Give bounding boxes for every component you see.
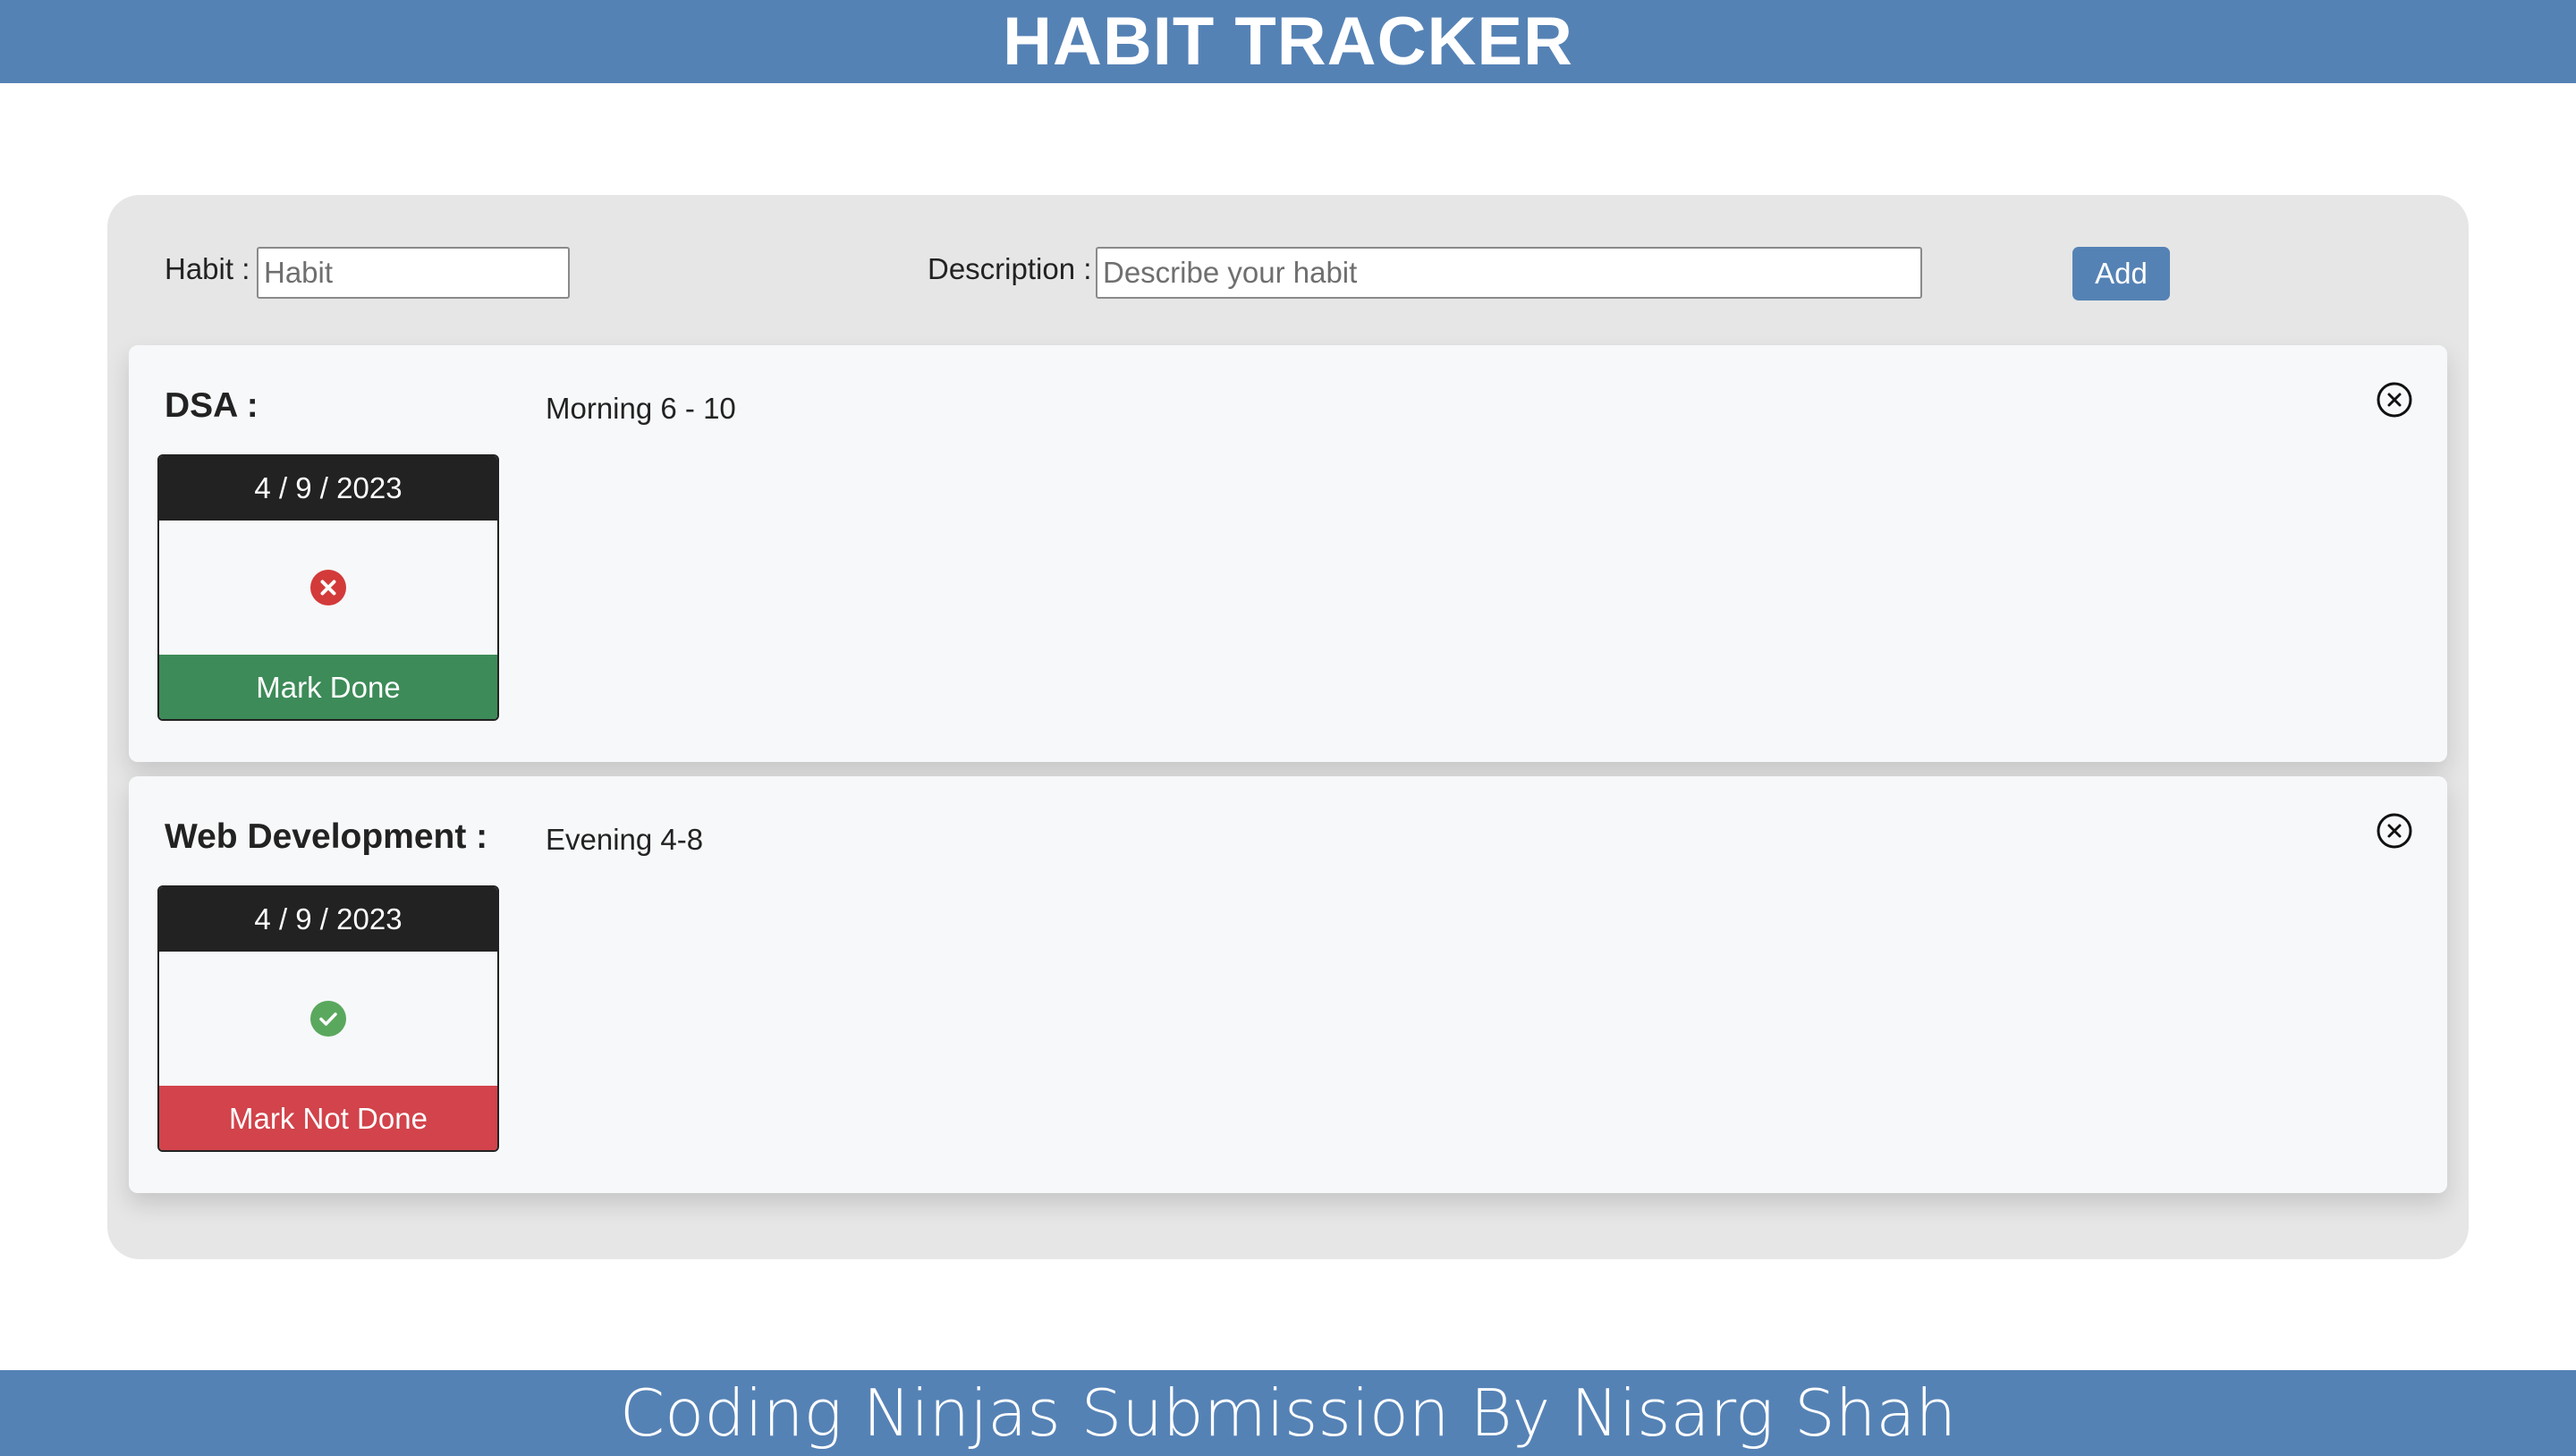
close-icon[interactable] [2376,381,2413,419]
habit-label: Habit : [165,252,250,285]
add-button[interactable]: Add [2072,247,2170,301]
habit-name: Web Development : [165,817,488,856]
habit-card: Web Development : Evening 4-8 4 / 9 / 20… [129,776,2447,1193]
day-status [159,952,497,1086]
day-status [159,521,497,655]
app-header: HABIT TRACKER [0,0,2576,83]
day-date: 4 / 9 / 2023 [159,887,497,952]
habit-name: DSA : [165,386,258,425]
description-label: Description : [928,252,1092,285]
mark-done-button[interactable]: Mark Done [159,655,497,719]
habit-input[interactable] [257,247,570,299]
habit-description: Morning 6 - 10 [546,392,736,425]
mark-not-done-button[interactable]: Mark Not Done [159,1086,497,1150]
day-date: 4 / 9 / 2023 [159,456,497,521]
day-status-box: 4 / 9 / 2023 Mark Not Done [157,885,499,1152]
habit-card: DSA : Morning 6 - 10 4 / 9 / 2023 Mark D… [129,345,2447,762]
app-footer: Coding Ninjas Submission By Nisarg Shah [0,1370,2576,1456]
habit-description: Evening 4-8 [546,823,704,856]
check-circle-icon [310,1001,346,1037]
footer-text: Coding Ninjas Submission By Nisarg Shah [619,1376,1957,1451]
close-icon[interactable] [2376,812,2413,850]
x-circle-icon [310,570,346,605]
app-title: HABIT TRACKER [1003,4,1573,80]
description-input[interactable] [1096,247,1922,299]
day-status-box: 4 / 9 / 2023 Mark Done [157,454,499,721]
add-habit-form: Habit : Description : Add [107,195,2469,345]
habit-panel: Habit : Description : Add DSA : Morning … [107,195,2469,1259]
